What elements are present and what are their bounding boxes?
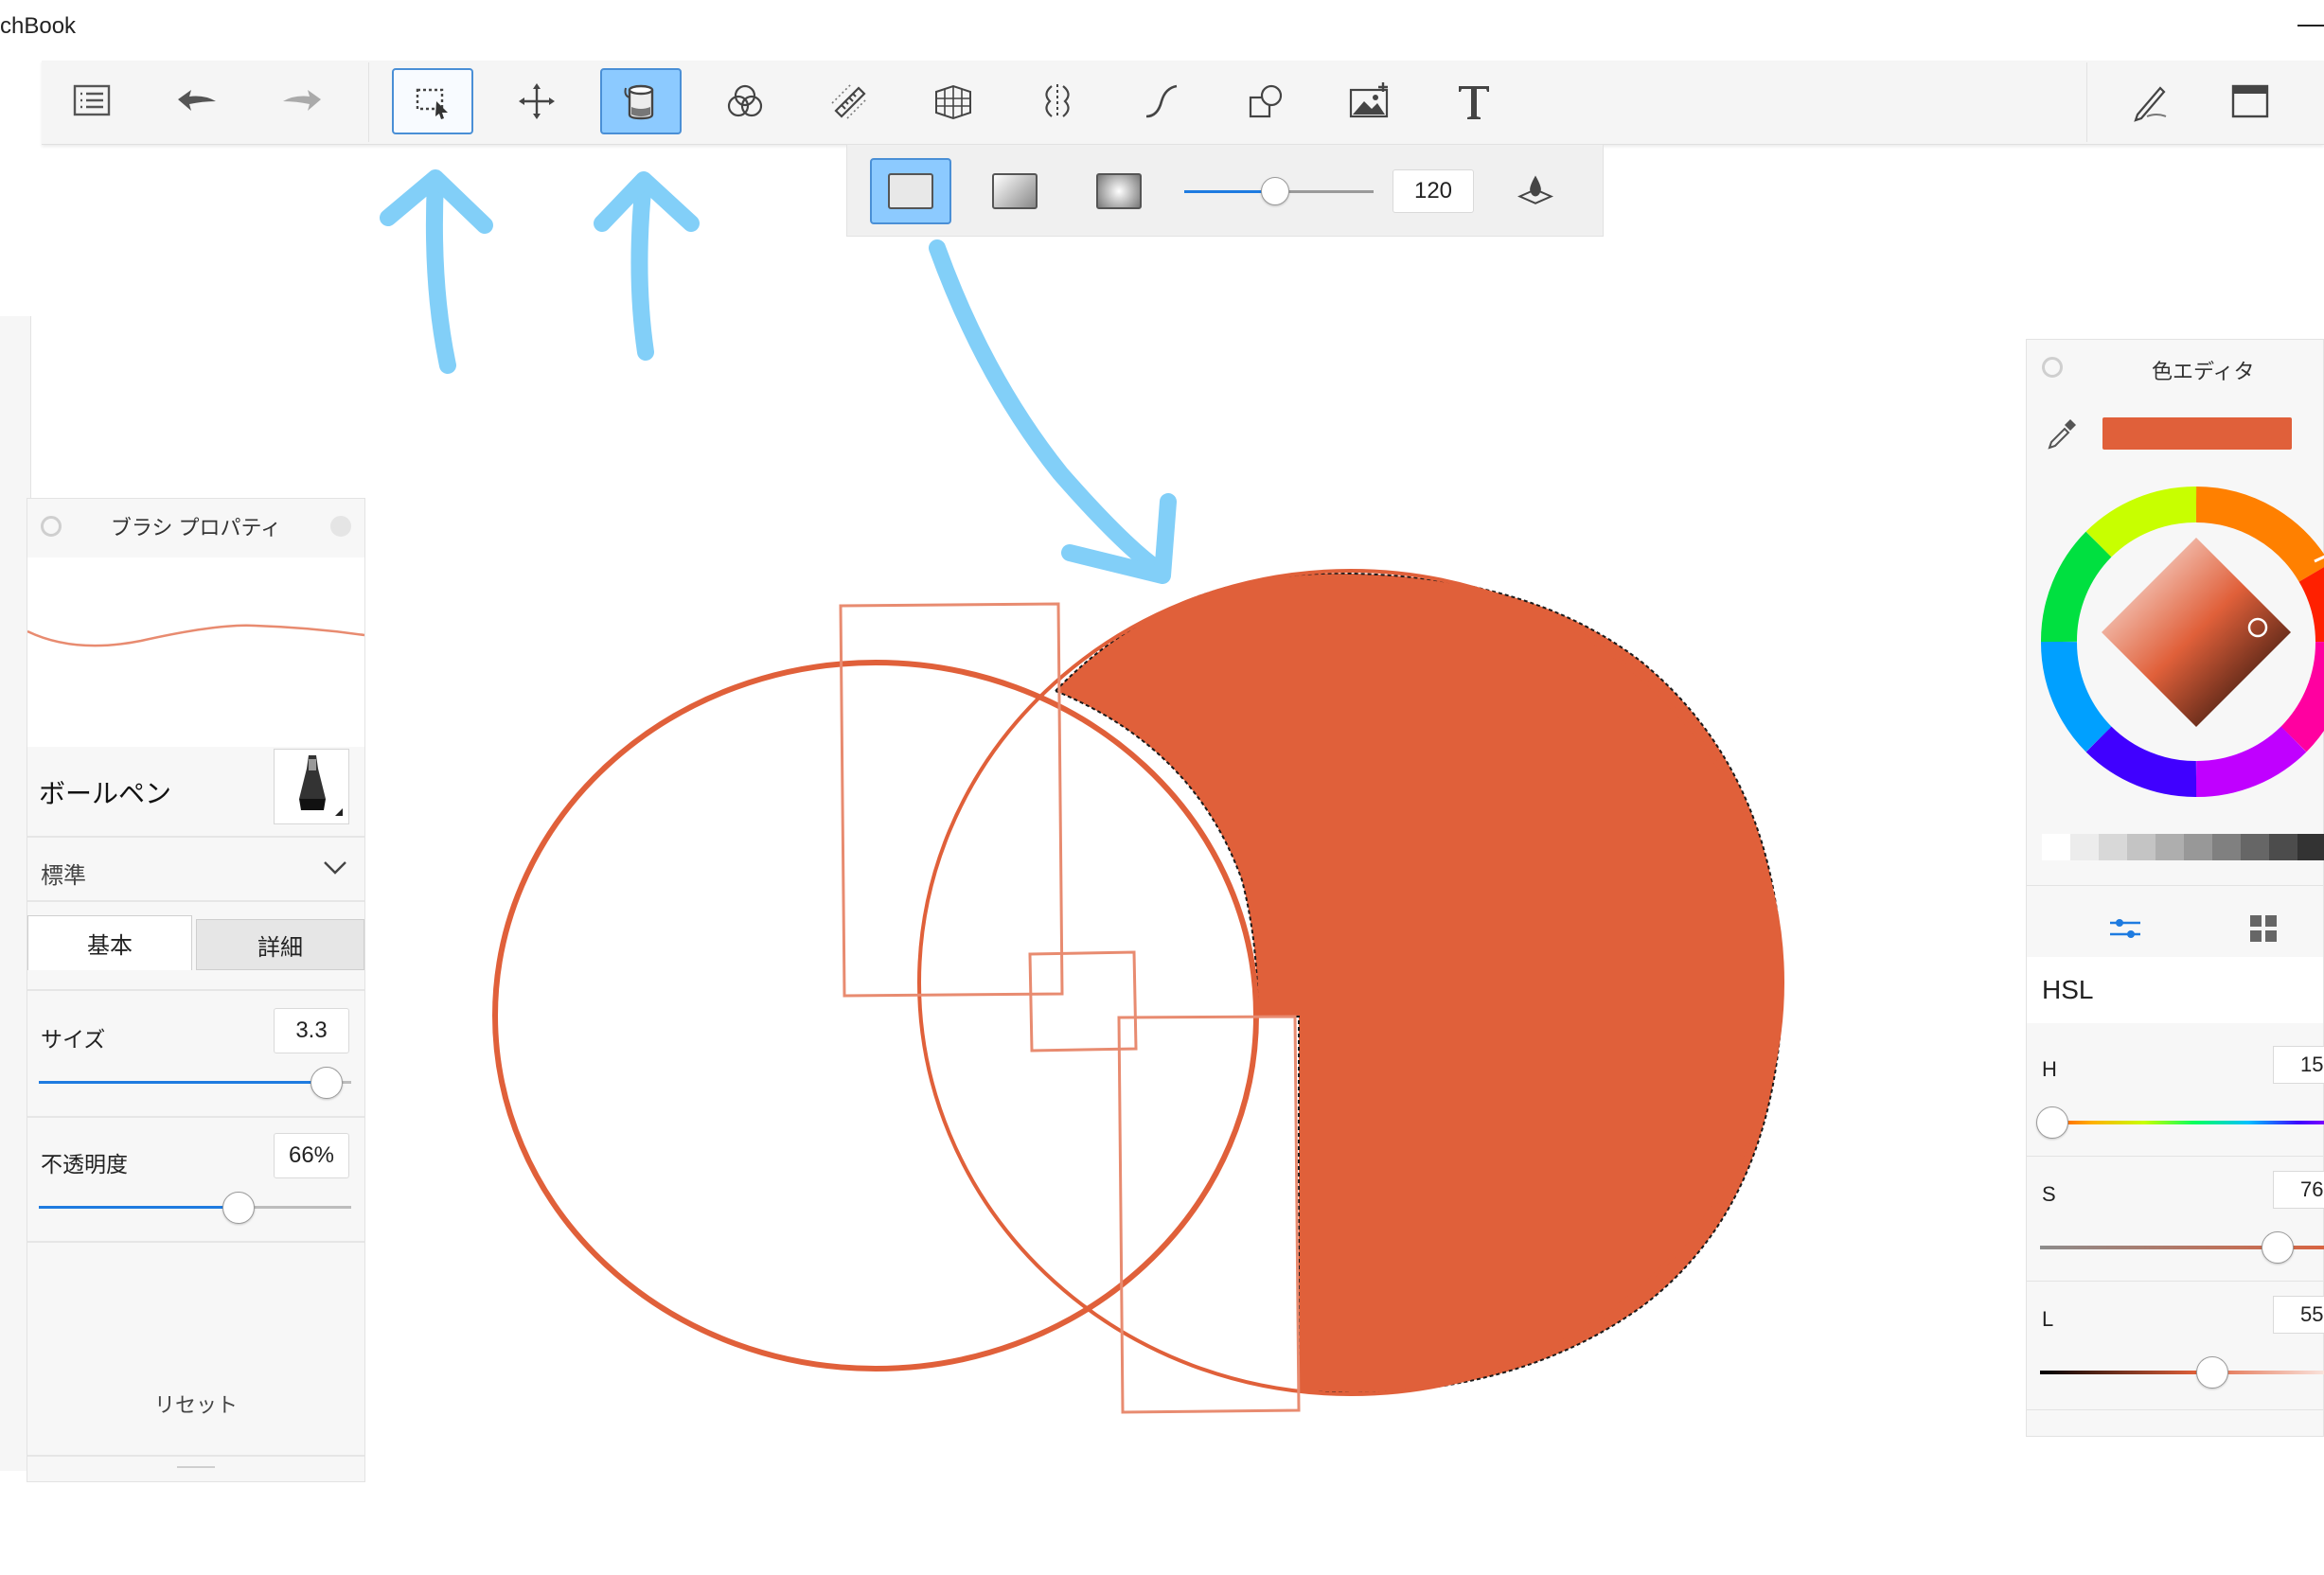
brush-thumbnail-button[interactable]	[274, 749, 349, 824]
tab-detail[interactable]: 詳細	[196, 919, 364, 970]
gray-swatch[interactable]	[2042, 834, 2070, 860]
h-slider[interactable]	[2036, 1106, 2324, 1139]
s-label: S	[2042, 1182, 2056, 1206]
tab-basic[interactable]: 基本	[27, 915, 192, 970]
preset-dropdown[interactable]: 標準	[27, 838, 364, 900]
h-label: H	[2042, 1057, 2057, 1081]
saturation-lightness-diamond	[2102, 538, 2291, 727]
s-divider	[2027, 1281, 2323, 1282]
gray-swatch[interactable]	[2155, 834, 2184, 860]
gray-swatch[interactable]	[2212, 834, 2241, 860]
color-wheel[interactable]	[2040, 486, 2324, 798]
gray-swatch[interactable]	[2070, 834, 2099, 860]
opacity-slider[interactable]	[39, 1192, 351, 1224]
l-label: L	[2042, 1307, 2054, 1331]
grayscale-swatches[interactable]	[2042, 834, 2324, 860]
palette-view-button[interactable]	[2243, 908, 2284, 949]
brush-name: ボールペン	[39, 779, 172, 808]
color-mode-label: HSL	[2042, 975, 2094, 1004]
ballpoint-pen-icon	[299, 755, 343, 816]
size-value-field[interactable]: 3.3	[274, 1008, 349, 1053]
h-divider	[2027, 1156, 2323, 1157]
s-value-field[interactable]: 76	[2273, 1171, 2324, 1209]
size-slider-thumb[interactable]	[310, 1067, 343, 1099]
brush-panel-title: ブラシ プロパティ	[110, 516, 282, 540]
current-color-swatch[interactable]	[2102, 417, 2292, 450]
s-slider[interactable]	[2040, 1231, 2324, 1264]
annotation-arrow-fill	[594, 171, 700, 361]
gray-swatch[interactable]	[2269, 834, 2297, 860]
tab-detail-label: 詳細	[257, 934, 303, 961]
sliders-view-button[interactable]	[2104, 908, 2146, 949]
color-panel-divider	[2027, 885, 2323, 886]
h-slider-thumb[interactable]	[2036, 1106, 2069, 1139]
color-editor-panel: 色エディタ HSL H 15 S 76 L 55	[2026, 339, 2324, 1437]
chevron-down-icon	[324, 861, 346, 875]
s-slider-thumb[interactable]	[2261, 1231, 2294, 1264]
panel-resize-handle[interactable]	[177, 1466, 215, 1468]
gray-swatch[interactable]	[2099, 834, 2127, 860]
h-value-field[interactable]: 15	[2273, 1046, 2324, 1084]
preset-label: 標準	[41, 863, 86, 889]
gray-swatch[interactable]	[2241, 834, 2269, 860]
eyedropper-button[interactable]	[2044, 417, 2078, 451]
size-slider[interactable]	[39, 1067, 351, 1099]
l-slider[interactable]	[2040, 1356, 2324, 1389]
eyedropper-icon	[2048, 419, 2076, 450]
bottom-rectangle-outline	[1117, 1015, 1301, 1414]
reset-button[interactable]: リセット	[27, 1385, 364, 1423]
l-divider	[2027, 1409, 2323, 1410]
left-circle-outline	[492, 660, 1259, 1371]
l-slider-thumb[interactable]	[2195, 1356, 2228, 1389]
size-label: サイズ	[41, 1027, 106, 1052]
sliders-icon	[2110, 919, 2140, 938]
brush-properties-panel: ブラシ プロパティ ボールペン 標準 基本 詳細 サイズ 3.3 不透明度 66…	[27, 498, 365, 1482]
panel-close-icon[interactable]	[330, 516, 351, 537]
opacity-slider-thumb[interactable]	[222, 1192, 256, 1224]
gray-swatch[interactable]	[2184, 834, 2212, 860]
l-value-field[interactable]: 55	[2273, 1296, 2324, 1334]
color-mode-selector[interactable]: HSL	[2027, 957, 2323, 1023]
opacity-value-field[interactable]: 66%	[274, 1133, 349, 1178]
annotation-arrow-options	[929, 239, 1177, 584]
gray-swatch[interactable]	[2297, 834, 2324, 860]
stroke-preview	[27, 557, 365, 747]
grid-icon	[2250, 915, 2277, 942]
color-panel-pin-icon[interactable]	[2042, 357, 2063, 378]
tab-basic-label: 基本	[87, 933, 133, 959]
color-panel-title: 色エディタ	[2152, 360, 2255, 383]
reset-label: リセット	[153, 1393, 238, 1417]
annotation-arrow-selection	[380, 169, 493, 374]
opacity-label: 不透明度	[41, 1152, 128, 1177]
gray-swatch[interactable]	[2127, 834, 2155, 860]
filled-region	[1054, 572, 1784, 1395]
